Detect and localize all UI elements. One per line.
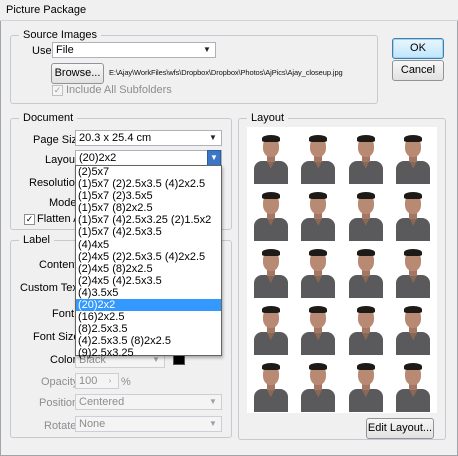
edit-layout-button[interactable]: Edit Layout...: [366, 418, 434, 439]
position-value: Centered: [79, 396, 125, 408]
layout-option[interactable]: (1)5x7 (8)2x2.5: [76, 202, 221, 214]
layout-dropdown-list: (2)5x7 (1)5x7 (2)2.5x3.5 (4)2x2.5 (1)5x7 (…: [75, 165, 222, 359]
file-path: E:\Ajay\WorkFiles\wfs\Dropbox\Dropbox\Ph…: [109, 68, 343, 77]
passport-photo-thumbnail: [295, 299, 342, 356]
layout-option[interactable]: (20)2x2: [76, 299, 221, 312]
layout-option[interactable]: (2)4x5 (2)2.5x3.5 (4)2x2.5: [76, 251, 221, 263]
source-images-legend: Source Images: [19, 29, 101, 41]
layout-option[interactable]: (4)2.5x3.5 (8)2x2.5: [76, 335, 221, 347]
passport-photo-thumbnail: [247, 299, 294, 356]
chevron-down-icon: ▼: [209, 133, 217, 142]
layout-option[interactable]: (2)4x5 (4)2.5x3.5: [76, 275, 221, 287]
passport-photo-thumbnail: [390, 184, 437, 241]
chevron-down-icon: ▼: [209, 397, 217, 406]
use-select[interactable]: File ▼: [52, 42, 216, 58]
layout-option[interactable]: (2)5x7: [76, 166, 221, 178]
passport-photo-thumbnail: [342, 242, 389, 298]
opacity-unit: %: [121, 376, 131, 388]
passport-photo-thumbnail: [390, 299, 437, 356]
document-legend: Document: [19, 112, 78, 124]
passport-photo-thumbnail: [390, 356, 437, 413]
window-title: Picture Package: [6, 4, 87, 16]
passport-photo-thumbnail: [247, 184, 294, 241]
font-label: Font:: [52, 308, 78, 320]
layout-option[interactable]: (2)4x5 (8)2x2.5: [76, 263, 221, 275]
layout-option[interactable]: (16)2x2.5: [76, 311, 221, 323]
include-subfolders-label: Include All Subfolders: [66, 84, 172, 96]
flatten-checkbox[interactable]: ✓: [24, 214, 35, 225]
opacity-field[interactable]: 100 ›: [75, 373, 119, 389]
chevron-right-icon: ›: [108, 376, 112, 385]
layout-preview: [247, 127, 437, 413]
position-select[interactable]: Centered ▼: [75, 394, 222, 410]
chevron-down-icon: ▼: [209, 419, 217, 428]
layout-value: (20)2x2: [79, 152, 117, 164]
passport-photo-thumbnail: [295, 127, 342, 184]
passport-photo-thumbnail: [247, 356, 294, 413]
passport-photo-thumbnail: [295, 242, 342, 298]
passport-photo-thumbnail: [247, 242, 294, 298]
label-legend: Label: [19, 234, 54, 246]
layout-option[interactable]: (9)2.5x3.25: [76, 347, 221, 359]
passport-photo-thumbnail: [247, 127, 294, 184]
opacity-value: 100: [79, 375, 98, 387]
layout-select[interactable]: (20)2x2 ▼: [75, 150, 222, 166]
layout-option[interactable]: (1)5x7 (4)2.5x3.5: [76, 226, 221, 238]
browse-button[interactable]: Browse...: [51, 63, 104, 84]
passport-photo-thumbnail: [390, 242, 437, 298]
passport-photo-thumbnail: [342, 356, 389, 413]
chevron-down-icon[interactable]: ▼: [207, 150, 221, 166]
passport-photo-thumbnail: [342, 299, 389, 356]
passport-photo-thumbnail: [390, 127, 437, 184]
passport-photo-thumbnail: [295, 184, 342, 241]
layout-option[interactable]: (1)5x7 (4)2.5x3.25 (2)1.5x2: [76, 214, 221, 226]
page-size-select[interactable]: 20.3 x 25.4 cm ▼: [75, 130, 222, 146]
ok-button[interactable]: OK: [392, 38, 444, 59]
cancel-button[interactable]: Cancel: [392, 60, 444, 81]
layout-option[interactable]: (8)2.5x3.5: [76, 323, 221, 335]
include-subfolders-checkbox[interactable]: ✓: [52, 85, 63, 96]
rotate-select[interactable]: None ▼: [75, 416, 222, 432]
layout-option[interactable]: (4)4x5: [76, 239, 221, 251]
passport-photo-thumbnail: [342, 127, 389, 184]
title-bar: Picture Package: [0, 0, 458, 21]
layout-preview-legend: Layout: [247, 112, 289, 124]
rotate-value: None: [79, 418, 106, 430]
layout-option[interactable]: (1)5x7 (2)3.5x5: [76, 190, 221, 202]
use-value: File: [56, 44, 74, 56]
layout-option[interactable]: (4)3.5x5: [76, 287, 221, 299]
passport-photo-thumbnail: [342, 184, 389, 241]
chevron-down-icon: ▼: [203, 45, 211, 54]
page-size-value: 20.3 x 25.4 cm: [79, 132, 152, 144]
layout-option[interactable]: (1)5x7 (2)2.5x3.5 (4)2x2.5: [76, 178, 221, 190]
passport-photo-thumbnail: [295, 356, 342, 413]
